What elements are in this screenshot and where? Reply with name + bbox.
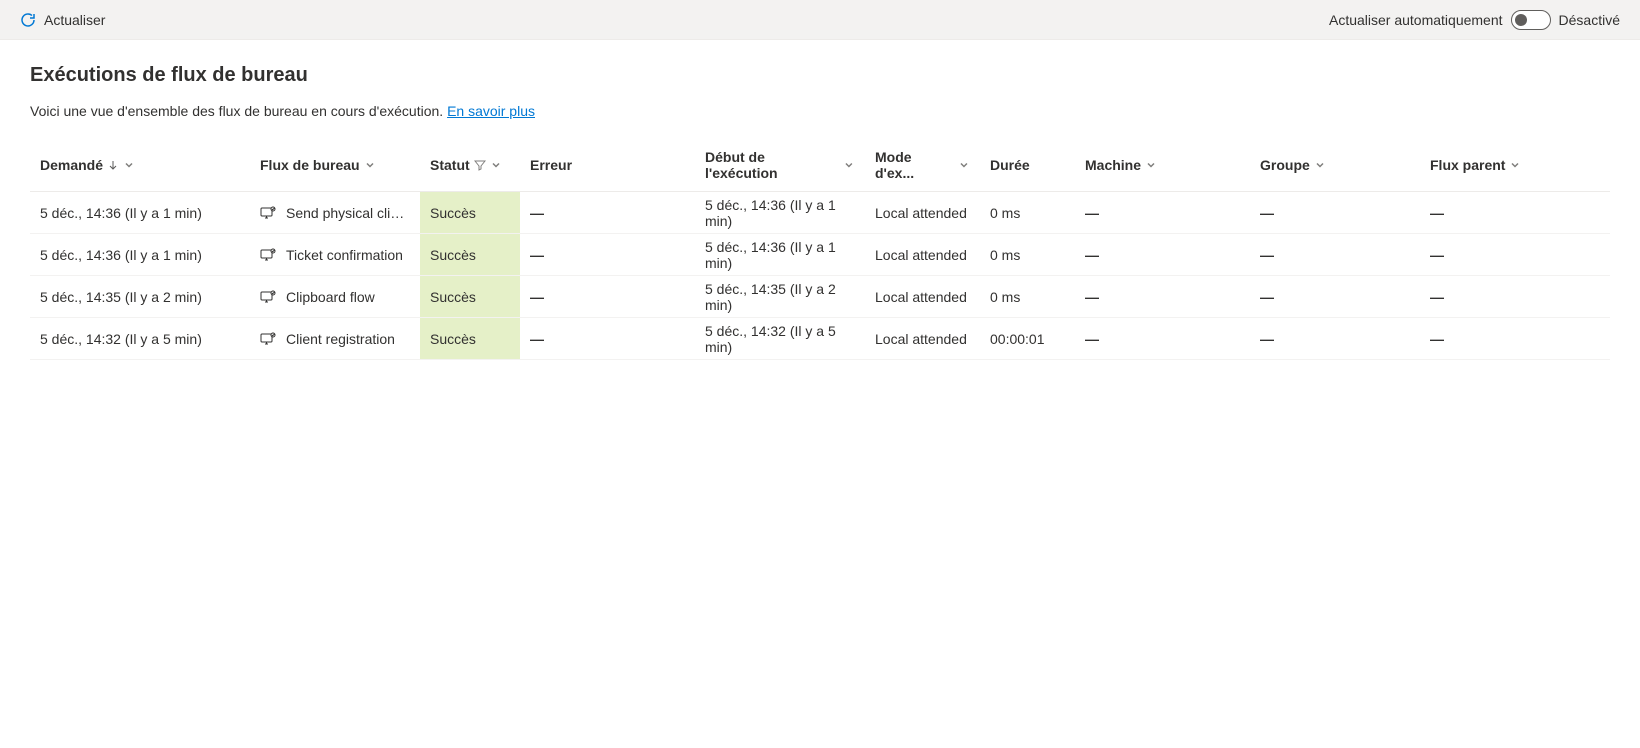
chevron-down-icon [1314,159,1326,171]
column-label-duration: Durée [990,157,1030,173]
refresh-label: Actualiser [44,12,105,28]
toolbar: Actualiser Actualiser automatiquement Dé… [0,0,1640,40]
column-header-group[interactable]: Groupe [1250,149,1420,181]
cell-duration: 0 ms [990,205,1020,221]
page-title: Exécutions de flux de bureau [30,64,1610,87]
learn-more-link[interactable]: En savoir plus [447,103,535,119]
cell-parent: — [1430,247,1444,263]
chevron-down-icon [364,159,376,171]
cell-mode: Local attended [875,289,967,305]
cell-flow[interactable]: Ticket confirmation [286,247,403,263]
page-subtitle: Voici une vue d'ensemble des flux de bur… [30,103,1610,119]
cell-error: — [530,331,544,347]
cell-parent: — [1430,331,1444,347]
table-header-row: Demandé Flux de bureau Statut [30,139,1610,192]
desktop-flow-icon [260,289,276,305]
refresh-button[interactable]: Actualiser [20,12,105,28]
column-header-flow[interactable]: Flux de bureau [250,149,420,181]
auto-refresh-label: Actualiser automatiquement [1329,12,1503,28]
cell-status: Succès [430,331,476,347]
column-label-requested: Demandé [40,157,103,173]
table-row[interactable]: 5 déc., 14:35 (Il y a 2 min) Clipboard f… [30,276,1610,318]
column-label-status: Statut [430,157,470,173]
column-header-status[interactable]: Statut [420,149,520,181]
column-label-parent: Flux parent [1430,157,1505,173]
subtitle-text: Voici une vue d'ensemble des flux de bur… [30,103,447,119]
column-header-duration[interactable]: Durée [980,149,1075,181]
cell-group: — [1260,331,1274,347]
cell-status: Succès [430,205,476,221]
cell-error: — [530,205,544,221]
status-badge: Succès [420,234,520,275]
cell-start: 5 déc., 14:36 (Il y a 1 min) [705,197,855,229]
cell-start: 5 déc., 14:36 (Il y a 1 min) [705,239,855,271]
table-row[interactable]: 5 déc., 14:32 (Il y a 5 min) Client regi… [30,318,1610,360]
column-header-requested[interactable]: Demandé [30,149,250,181]
desktop-flow-icon [260,331,276,347]
column-label-group: Groupe [1260,157,1310,173]
cell-group: — [1260,205,1274,221]
cell-mode: Local attended [875,247,967,263]
cell-requested: 5 déc., 14:32 (Il y a 5 min) [40,331,202,347]
chevron-down-icon [490,159,502,171]
cell-duration: 00:00:01 [990,331,1045,347]
cell-requested: 5 déc., 14:36 (Il y a 1 min) [40,247,202,263]
cell-mode: Local attended [875,331,967,347]
column-header-start[interactable]: Début de l'exécution [695,149,865,181]
column-label-flow: Flux de bureau [260,157,360,173]
cell-flow[interactable]: Client registration [286,331,395,347]
cell-machine: — [1085,331,1099,347]
column-header-parent[interactable]: Flux parent [1420,149,1540,181]
cell-flow[interactable]: Send physical click o... [286,205,410,221]
cell-duration: 0 ms [990,247,1020,263]
desktop-flow-icon [260,247,276,263]
status-badge: Succès [420,192,520,233]
cell-machine: — [1085,247,1099,263]
cell-machine: — [1085,205,1099,221]
cell-parent: — [1430,289,1444,305]
cell-requested: 5 déc., 14:35 (Il y a 2 min) [40,289,202,305]
cell-group: — [1260,289,1274,305]
table-row[interactable]: 5 déc., 14:36 (Il y a 1 min) Ticket conf… [30,234,1610,276]
toggle-knob [1515,14,1527,26]
chevron-down-icon [958,159,970,171]
status-badge: Succès [420,276,520,317]
column-label-start: Début de l'exécution [705,149,839,181]
cell-status: Succès [430,289,476,305]
desktop-flow-icon [260,205,276,221]
cell-error: — [530,289,544,305]
table-row[interactable]: 5 déc., 14:36 (Il y a 1 min) Send physic… [30,192,1610,234]
cell-start: 5 déc., 14:35 (Il y a 2 min) [705,281,855,313]
column-header-mode[interactable]: Mode d'ex... [865,149,980,181]
cell-error: — [530,247,544,263]
column-header-error[interactable]: Erreur [520,149,695,181]
cell-requested: 5 déc., 14:36 (Il y a 1 min) [40,205,202,221]
column-label-error: Erreur [530,157,572,173]
cell-flow[interactable]: Clipboard flow [286,289,375,305]
auto-refresh-toggle[interactable] [1511,10,1551,30]
chevron-down-icon [123,159,135,171]
filter-icon [474,159,486,171]
cell-group: — [1260,247,1274,263]
sort-down-icon [107,159,119,171]
cell-machine: — [1085,289,1099,305]
column-label-mode: Mode d'ex... [875,149,954,181]
cell-parent: — [1430,205,1444,221]
runs-table: Demandé Flux de bureau Statut [30,139,1610,360]
cell-duration: 0 ms [990,289,1020,305]
cell-mode: Local attended [875,205,967,221]
column-label-machine: Machine [1085,157,1141,173]
chevron-down-icon [1509,159,1521,171]
refresh-icon [20,12,36,28]
cell-status: Succès [430,247,476,263]
chevron-down-icon [843,159,855,171]
status-badge: Succès [420,318,520,359]
chevron-down-icon [1145,159,1157,171]
column-header-machine[interactable]: Machine [1075,149,1250,181]
toggle-state-label: Désactivé [1559,12,1620,28]
cell-start: 5 déc., 14:32 (Il y a 5 min) [705,323,855,355]
